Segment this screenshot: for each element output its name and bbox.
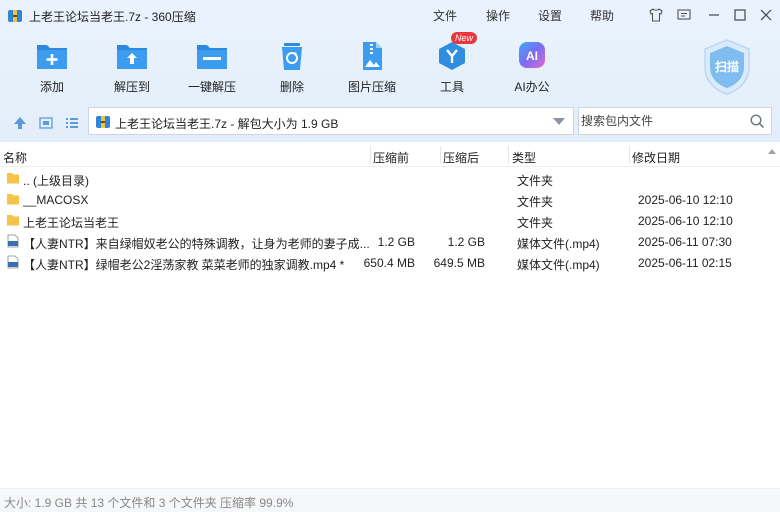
close-icon[interactable]	[757, 6, 775, 24]
column-original[interactable]: 压缩后	[443, 149, 479, 166]
image-compress-button[interactable]: 图片压缩	[337, 38, 407, 98]
scan-button[interactable]: 扫描	[701, 38, 753, 96]
file-name: 【人妻NTR】绿帽老公2淫荡家教 菜菜老师的独家调教.mp4 *	[23, 258, 345, 272]
table-row[interactable]: .. (上级目录) 文件夹	[0, 168, 760, 189]
file-packed-size: 1.2 GB	[377, 235, 415, 249]
column-name[interactable]: 名称	[3, 149, 27, 166]
image-compress-icon	[363, 42, 382, 70]
column-packed[interactable]: 压缩前	[373, 149, 409, 166]
table-row[interactable]: 【人妻NTR】来自绿帽奴老公的特殊调教，让身为老师的妻子成... 1.2 GB …	[0, 231, 760, 252]
ai-office-label: AI办公	[514, 80, 550, 94]
add-label: 添加	[39, 80, 64, 94]
column-divider[interactable]	[440, 146, 441, 164]
window-title: 上老王论坛当老王.7z - 360压缩	[29, 10, 196, 24]
ai-office-icon: AI	[519, 42, 545, 68]
svg-text:AI: AI	[526, 49, 538, 63]
file-modified: 2025-06-11 02:15	[638, 256, 732, 270]
file-modified: 2025-06-11 07:30	[638, 235, 732, 249]
path-bar[interactable]: 上老王论坛当老王.7z - 解包大小为 1.9 GB	[88, 107, 574, 135]
folder-icon	[7, 194, 19, 205]
list-view-icon[interactable]	[64, 115, 80, 131]
file-modified: 2025-06-10 12:10	[638, 193, 733, 207]
ai-office-button[interactable]: AI AI办公	[497, 38, 567, 98]
menu-operate[interactable]: 操作	[486, 7, 510, 24]
table-row[interactable]: __MACOSX 文件夹 2025-06-10 12:10	[0, 189, 760, 210]
menu-file[interactable]: 文件	[433, 7, 457, 24]
skin-icon[interactable]	[647, 6, 665, 24]
file-name: __MACOSX	[23, 193, 89, 207]
file-modified: 2025-06-10 12:10	[638, 214, 733, 228]
mp4-file-icon	[7, 234, 19, 248]
new-badge: New	[451, 32, 478, 44]
add-folder-icon	[37, 45, 67, 69]
column-modified[interactable]: 修改日期	[632, 149, 680, 166]
title-bar: 上老王论坛当老王.7z - 360压缩 文件 操作 设置 帮助	[0, 0, 780, 30]
file-type: 媒体文件(.mp4)	[517, 258, 600, 272]
maximize-icon[interactable]	[731, 6, 749, 24]
one-click-extract-label: 一键解压	[187, 80, 236, 94]
recycle-bin-icon	[282, 43, 302, 70]
tools-icon	[439, 42, 465, 70]
file-name: 【人妻NTR】来自绿帽奴老公的特殊调教，让身为老师的妻子成...	[23, 237, 370, 251]
toolbar-region: 上老王论坛当老王.7z - 360压缩 文件 操作 设置 帮助 添加 解压到 一…	[0, 0, 780, 142]
archive-icon	[96, 116, 110, 128]
extract-to-button[interactable]: 解压到	[97, 38, 167, 98]
path-text: 上老王论坛当老王.7z - 解包大小为 1.9 GB	[115, 117, 339, 131]
status-text: 大小: 1.9 GB 共 13 个文件和 3 个文件夹 压缩率 99.9%	[4, 496, 294, 510]
column-divider[interactable]	[370, 146, 371, 164]
scroll-up-icon[interactable]	[768, 149, 776, 154]
tools-label: 工具	[439, 80, 464, 94]
search-input[interactable]	[581, 112, 741, 130]
column-divider[interactable]	[508, 146, 509, 164]
column-type[interactable]: 类型	[512, 149, 536, 166]
up-arrow-icon[interactable]	[12, 115, 28, 131]
file-original-size: 649.5 MB	[433, 256, 485, 270]
app-icon	[8, 10, 22, 22]
column-divider[interactable]	[629, 146, 630, 164]
file-name: .. (上级目录)	[23, 174, 89, 188]
folder-icon	[7, 173, 19, 184]
scan-label: 扫描	[715, 59, 739, 74]
search-box[interactable]	[578, 107, 772, 135]
chevron-down-icon[interactable]	[553, 118, 565, 125]
menu-settings[interactable]: 设置	[538, 7, 562, 24]
one-click-extract-icon	[197, 45, 227, 69]
status-bar: 大小: 1.9 GB 共 13 个文件和 3 个文件夹 压缩率 99.9%	[0, 488, 780, 512]
file-packed-size: 650.4 MB	[363, 256, 415, 270]
feedback-icon[interactable]	[675, 6, 693, 24]
file-list-header: 名称 压缩前 压缩后 类型 修改日期	[0, 143, 780, 167]
file-type: 文件夹	[517, 195, 554, 209]
extract-to-label: 解压到	[113, 80, 150, 94]
mp4-file-icon	[7, 255, 19, 269]
delete-button[interactable]: 删除	[257, 38, 327, 98]
file-name: 上老王论坛当老王	[23, 216, 120, 230]
search-icon[interactable]	[749, 113, 765, 129]
file-type: 媒体文件(.mp4)	[517, 237, 600, 251]
file-type: 文件夹	[517, 174, 554, 188]
folder-icon	[7, 215, 19, 226]
tools-button[interactable]: 工具	[417, 38, 487, 98]
table-row[interactable]: 【人妻NTR】绿帽老公2淫荡家教 菜菜老师的独家调教.mp4 * 650.4 M…	[0, 252, 760, 273]
table-row[interactable]: 上老王论坛当老王 文件夹 2025-06-10 12:10	[0, 210, 760, 231]
thumbnail-view-icon[interactable]	[38, 115, 54, 131]
file-type: 文件夹	[517, 216, 554, 230]
menu-help[interactable]: 帮助	[590, 7, 614, 24]
delete-label: 删除	[279, 80, 304, 94]
minimize-icon[interactable]	[705, 6, 723, 24]
image-compress-label: 图片压缩	[347, 80, 396, 94]
add-button[interactable]: 添加	[17, 38, 87, 98]
extract-to-icon	[117, 45, 147, 69]
file-original-size: 1.2 GB	[447, 235, 485, 249]
one-click-extract-button[interactable]: 一键解压	[177, 38, 247, 98]
